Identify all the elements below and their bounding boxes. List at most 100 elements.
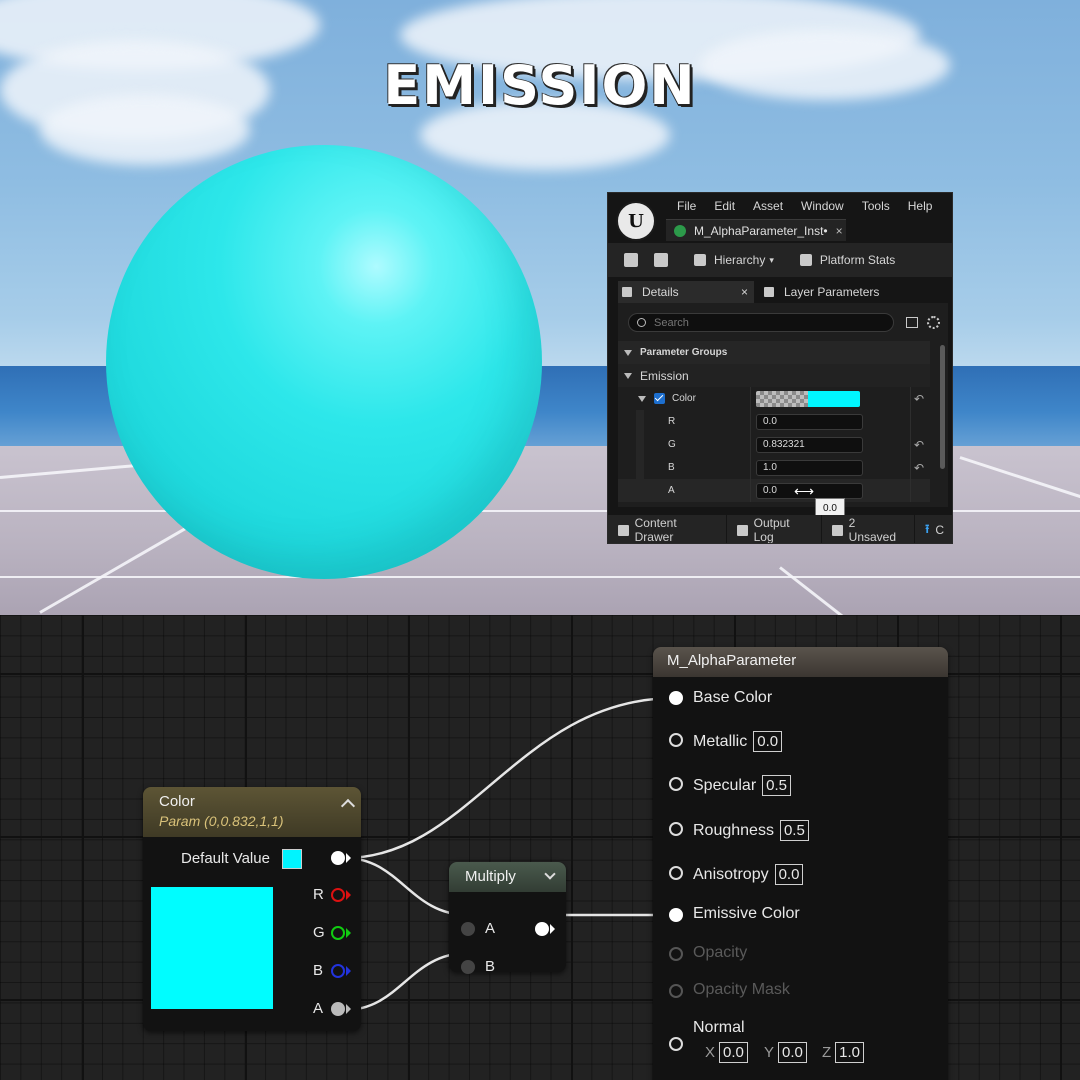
reset-arrow-icon[interactable]: ↶ (914, 461, 924, 475)
a-label: A (668, 485, 675, 496)
divider (910, 410, 911, 433)
emission-group-row[interactable]: Emission (618, 364, 930, 387)
channel-a-label: A (313, 1000, 324, 1017)
r-value-field[interactable]: 0.0 (756, 413, 863, 430)
multiply-node-header[interactable]: Multiply (449, 862, 566, 892)
roughness-value[interactable]: 0.5 (779, 820, 809, 841)
menu-help[interactable]: Help (899, 198, 942, 214)
parameter-groups-label: Parameter Groups (640, 347, 728, 358)
pin-arrow-icon (346, 966, 351, 976)
toolbar: Hierarchy ▾ Platform Stats (608, 243, 952, 277)
reset-arrow-icon[interactable]: ↶ (914, 438, 924, 452)
metallic-value[interactable]: 0.0 (753, 731, 783, 752)
material-result-node[interactable]: M_AlphaParameter Base Color Metallic 0.0… (653, 647, 948, 1080)
save-icon[interactable] (624, 253, 638, 267)
divider (750, 387, 751, 410)
content-drawer-button[interactable]: Content Drawer (608, 515, 727, 544)
output-pin-g[interactable] (331, 926, 345, 940)
search-icon (637, 318, 646, 327)
specular-pin[interactable] (669, 777, 683, 791)
roughness-pin[interactable] (669, 822, 683, 836)
reset-arrow-icon[interactable]: ↶ (914, 392, 924, 406)
asset-tab-label: M_AlphaParameter_Inst• (694, 223, 828, 238)
hierarchy-button[interactable]: Hierarchy ▾ (694, 253, 774, 267)
color-parameter-node[interactable]: Color Param (0,0.832,1,1) Default Value … (143, 787, 361, 1031)
normal-x: X 0.0 (705, 1042, 748, 1063)
chevron-down-icon[interactable] (544, 868, 556, 880)
input-pin-a[interactable] (461, 922, 475, 936)
anisotropy-row: Anisotropy 0.0 (693, 864, 804, 885)
input-a-label: A (485, 920, 496, 937)
platform-stats-button[interactable]: Platform Stats (799, 253, 895, 267)
color-node-header[interactable]: Color Param (0,0.832,1,1) (143, 787, 361, 837)
material-graph[interactable]: Color Param (0,0.832,1,1) Default Value … (0, 615, 1080, 1080)
emissive-color-pin[interactable] (669, 908, 683, 922)
divider (910, 479, 911, 502)
color-swatch[interactable] (756, 390, 860, 407)
close-icon[interactable]: × (741, 285, 748, 299)
material-node-header[interactable]: M_AlphaParameter (653, 647, 948, 677)
parameter-groups-row[interactable]: Parameter Groups (618, 341, 930, 364)
metallic-pin[interactable] (669, 733, 683, 747)
output-pin[interactable] (535, 922, 549, 936)
input-pin-b[interactable] (461, 960, 475, 974)
opacity-mask-label: Opacity Mask (693, 981, 790, 998)
table-view-icon[interactable] (906, 317, 918, 328)
content-drawer-icon (618, 524, 629, 536)
menu-window[interactable]: Window (792, 198, 853, 214)
opacity-mask-pin[interactable] (669, 984, 683, 998)
output-pin-b[interactable] (331, 964, 345, 978)
anisotropy-pin[interactable] (669, 866, 683, 880)
output-pin-r[interactable] (331, 888, 345, 902)
b-value-field[interactable]: 1.0 (756, 459, 863, 476)
opacity-pin[interactable] (669, 947, 683, 961)
multiply-node[interactable]: Multiply A B (449, 862, 566, 975)
content-drawer-label: Content Drawer (634, 516, 677, 544)
color-override-checkbox[interactable] (654, 393, 665, 404)
alpha-checker (756, 390, 808, 407)
unsaved-button[interactable]: 2 Unsaved (822, 515, 916, 543)
menu-bar: File Edit Asset Window Tools Help (668, 198, 941, 214)
tab-layer-parameters[interactable]: Layer Parameters (760, 281, 879, 303)
normal-x-value[interactable]: 0.0 (719, 1042, 748, 1063)
viewport[interactable]: EMISSION U File Edit Asset Window Tools … (0, 0, 1080, 615)
anisotropy-value[interactable]: 0.0 (774, 864, 804, 885)
menu-edit[interactable]: Edit (705, 198, 744, 214)
specular-value[interactable]: 0.5 (762, 775, 792, 796)
menu-file[interactable]: File (668, 198, 705, 214)
roughness-label: Roughness (693, 821, 774, 839)
normal-pin[interactable] (669, 1037, 683, 1051)
browse-icon[interactable] (654, 253, 668, 267)
color-param-row[interactable]: Color ↶ (618, 387, 930, 410)
default-value-swatch[interactable] (282, 849, 302, 869)
output-log-button[interactable]: Output Log (727, 515, 823, 543)
asset-tab[interactable]: M_AlphaParameter_Inst• × (666, 219, 846, 241)
color-param-label: Color (672, 393, 696, 404)
g-label: G (668, 439, 676, 450)
floor-line (0, 576, 1080, 578)
tab-details[interactable]: Details × (618, 281, 754, 303)
pin-arrow-icon (346, 890, 351, 900)
gear-icon[interactable] (927, 316, 940, 329)
scrollbar[interactable] (940, 345, 945, 469)
menu-tools[interactable]: Tools (853, 198, 899, 214)
normal-y: Y 0.0 (764, 1042, 807, 1063)
normal-z-value[interactable]: 1.0 (835, 1042, 865, 1063)
menu-asset[interactable]: Asset (744, 198, 792, 214)
channel-b-label: B (313, 962, 324, 979)
close-icon[interactable]: × (836, 224, 843, 238)
platform-stats-icon (799, 254, 812, 266)
input-b-label: B (485, 958, 496, 975)
output-pin-a[interactable] (331, 1002, 345, 1016)
normal-y-value[interactable]: 0.0 (778, 1042, 807, 1063)
source-control-button[interactable]: ⭱ C (915, 515, 952, 543)
color-solid (808, 390, 860, 407)
search-input[interactable] (654, 316, 854, 329)
base-color-pin[interactable] (669, 691, 683, 705)
details-panel: Parameter Groups Emission Color ↶ (618, 303, 948, 507)
g-value-field[interactable]: 0.832321 (756, 436, 863, 453)
pin-arrow-icon (346, 928, 351, 938)
unreal-logo-icon[interactable]: U (616, 201, 656, 241)
output-pin-rgb[interactable] (331, 851, 345, 865)
multiply-node-title: Multiply (465, 868, 516, 885)
